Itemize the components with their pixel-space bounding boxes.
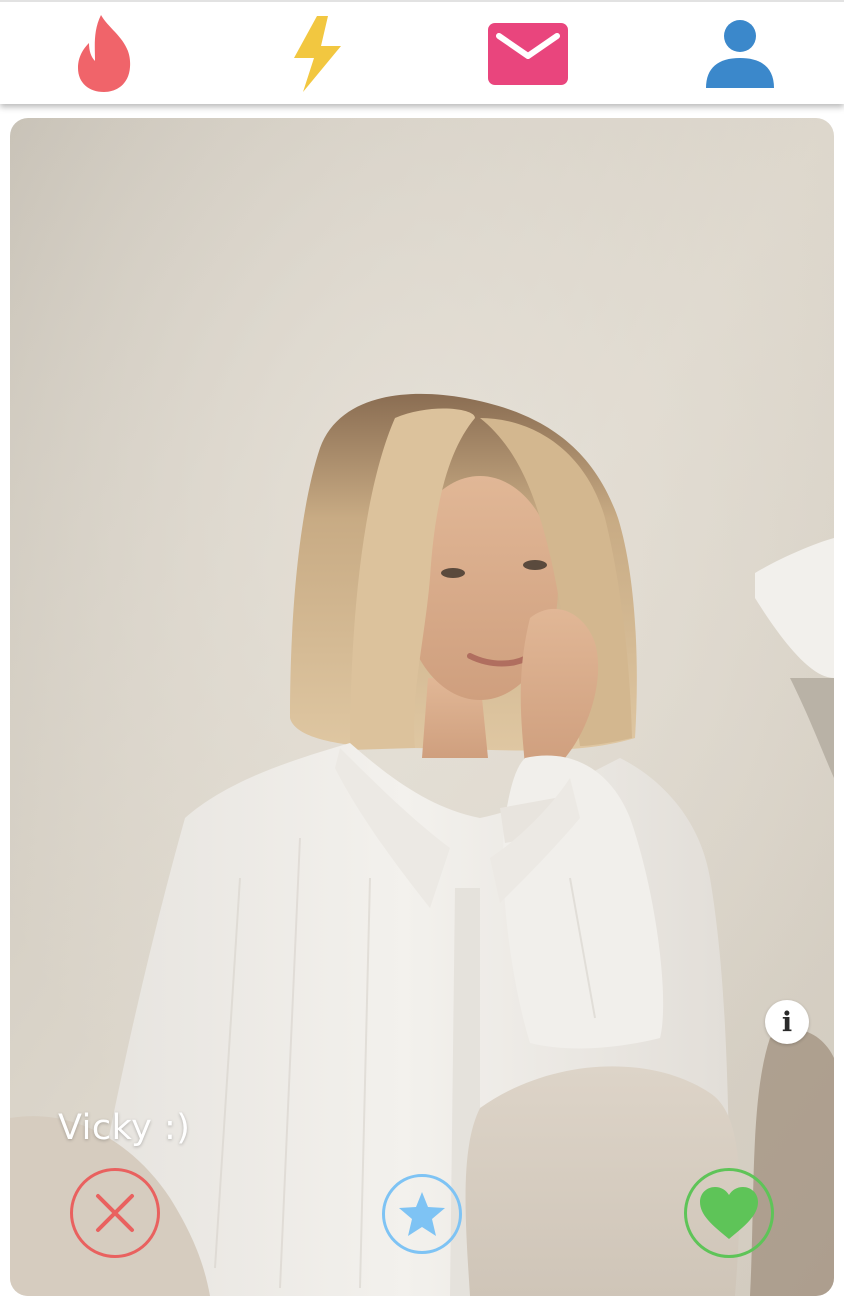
mail-icon [488,23,568,85]
nav-flame-button[interactable] [59,10,149,98]
profile-card[interactable]: Vicky :) i [10,118,834,1296]
nav-profile-button[interactable] [695,10,785,98]
info-button[interactable]: i [765,1000,809,1044]
nav-messages-button[interactable] [483,10,573,98]
like-button[interactable] [684,1168,774,1258]
nope-button[interactable] [70,1168,160,1258]
user-icon [706,20,774,88]
nav-lightning-button[interactable] [271,10,361,98]
star-icon [399,1192,445,1236]
close-icon [96,1194,134,1232]
info-icon: i [781,1006,793,1038]
flame-icon [78,15,131,92]
profile-name: Vicky :) [58,1108,191,1148]
lightning-icon [294,16,341,92]
heart-icon [700,1187,758,1239]
super-like-button[interactable] [382,1174,462,1254]
top-navigation [0,0,844,104]
